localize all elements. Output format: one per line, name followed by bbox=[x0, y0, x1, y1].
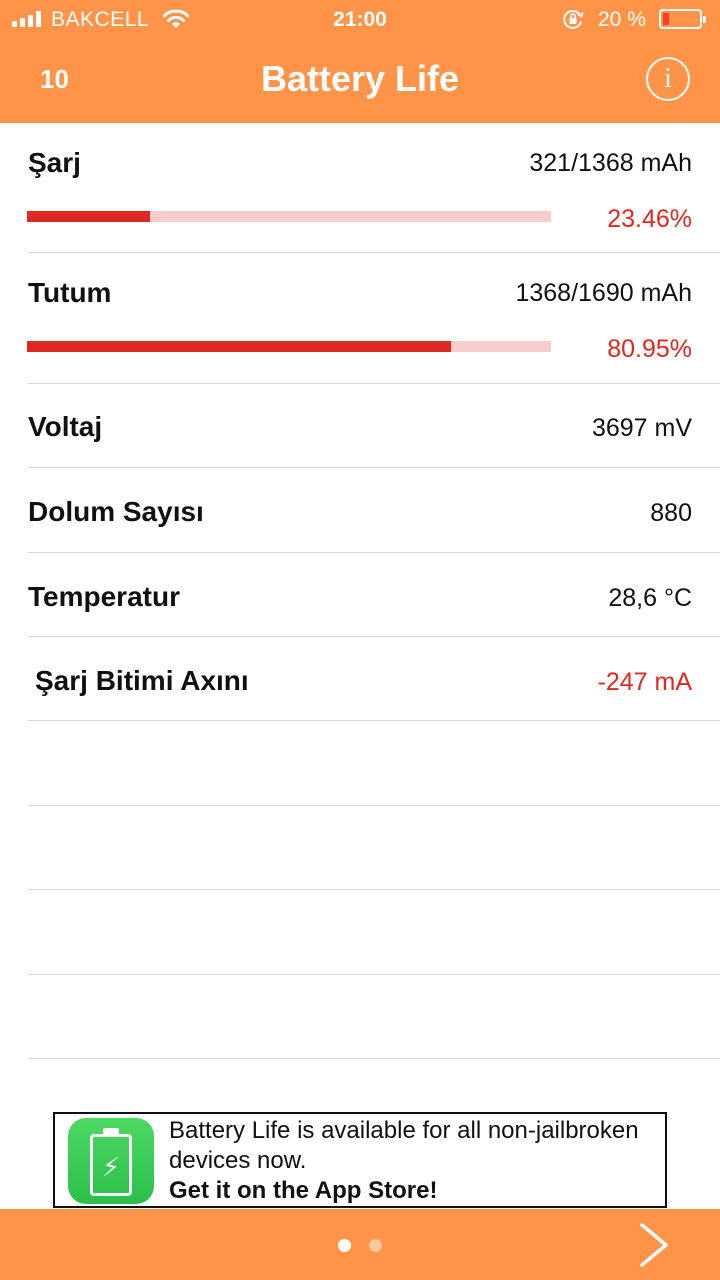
bottom-bar bbox=[0, 1209, 720, 1280]
capacity-value: 1368/1690 mAh bbox=[515, 279, 692, 307]
temperature-row: Temperatur 28,6 °C bbox=[0, 553, 720, 637]
temperature-value: 28,6 °C bbox=[608, 584, 692, 612]
page-indicator-dot[interactable] bbox=[369, 1239, 382, 1252]
charge-row: Şarj 321/1368 mAh 23.46% bbox=[0, 123, 720, 253]
banner-text-line2: devices now. bbox=[169, 1147, 307, 1174]
voltage-value: 3697 mV bbox=[591, 414, 692, 442]
discharge-current-value: -247 mA bbox=[597, 668, 692, 696]
cycle-count-label: Dolum Sayısı bbox=[28, 496, 204, 527]
orientation-lock-icon bbox=[563, 9, 584, 29]
page-title: Battery Life bbox=[260, 58, 460, 99]
battery-level-fill bbox=[663, 13, 669, 25]
divider bbox=[28, 720, 720, 721]
app-header: BAKCELL 21:00 20 % 10 Battery Life i bbox=[0, 0, 720, 123]
divider bbox=[28, 889, 720, 890]
temperature-label: Temperatur bbox=[28, 581, 180, 612]
app-store-banner[interactable]: ⚡ Battery Life is available for all non-… bbox=[53, 1112, 667, 1208]
voltage-label: Voltaj bbox=[28, 411, 103, 442]
cycle-count-value: 880 bbox=[650, 499, 692, 527]
charge-progress-fill bbox=[27, 211, 150, 222]
battery-icon bbox=[659, 9, 706, 29]
page-indicator-dot-active[interactable] bbox=[338, 1239, 351, 1252]
capacity-percent: 80.95% bbox=[607, 335, 692, 363]
status-bar: BAKCELL 21:00 20 % bbox=[0, 0, 720, 40]
battery-app-icon: ⚡ bbox=[68, 1118, 154, 1204]
divider bbox=[28, 805, 720, 806]
charge-label: Şarj bbox=[28, 147, 81, 178]
chevron-right-icon[interactable] bbox=[630, 1219, 680, 1271]
capacity-row: Tutum 1368/1690 mAh 80.95% bbox=[0, 253, 720, 383]
capacity-label: Tutum bbox=[28, 277, 112, 308]
banner-text-line1: Battery Life is available for all non-ja… bbox=[169, 1117, 639, 1144]
discharge-current-row: Şarj Bitimi Axını -247 mA bbox=[0, 637, 720, 721]
cycle-count-row: Dolum Sayısı 880 bbox=[0, 468, 720, 552]
battery-percent: 20 % bbox=[598, 8, 646, 31]
charge-percent: 23.46% bbox=[607, 205, 692, 233]
charge-progress-bar bbox=[27, 211, 551, 222]
capacity-progress-bar bbox=[27, 341, 551, 352]
discharge-current-label: Şarj Bitimi Axını bbox=[35, 665, 249, 696]
capacity-progress-fill bbox=[27, 341, 452, 352]
info-icon[interactable]: i bbox=[646, 57, 690, 101]
charge-value: 321/1368 mAh bbox=[529, 149, 692, 177]
divider bbox=[28, 1058, 720, 1059]
divider bbox=[28, 974, 720, 975]
voltage-row: Voltaj 3697 mV bbox=[0, 384, 720, 468]
banner-cta: Get it on the App Store! bbox=[169, 1177, 438, 1204]
